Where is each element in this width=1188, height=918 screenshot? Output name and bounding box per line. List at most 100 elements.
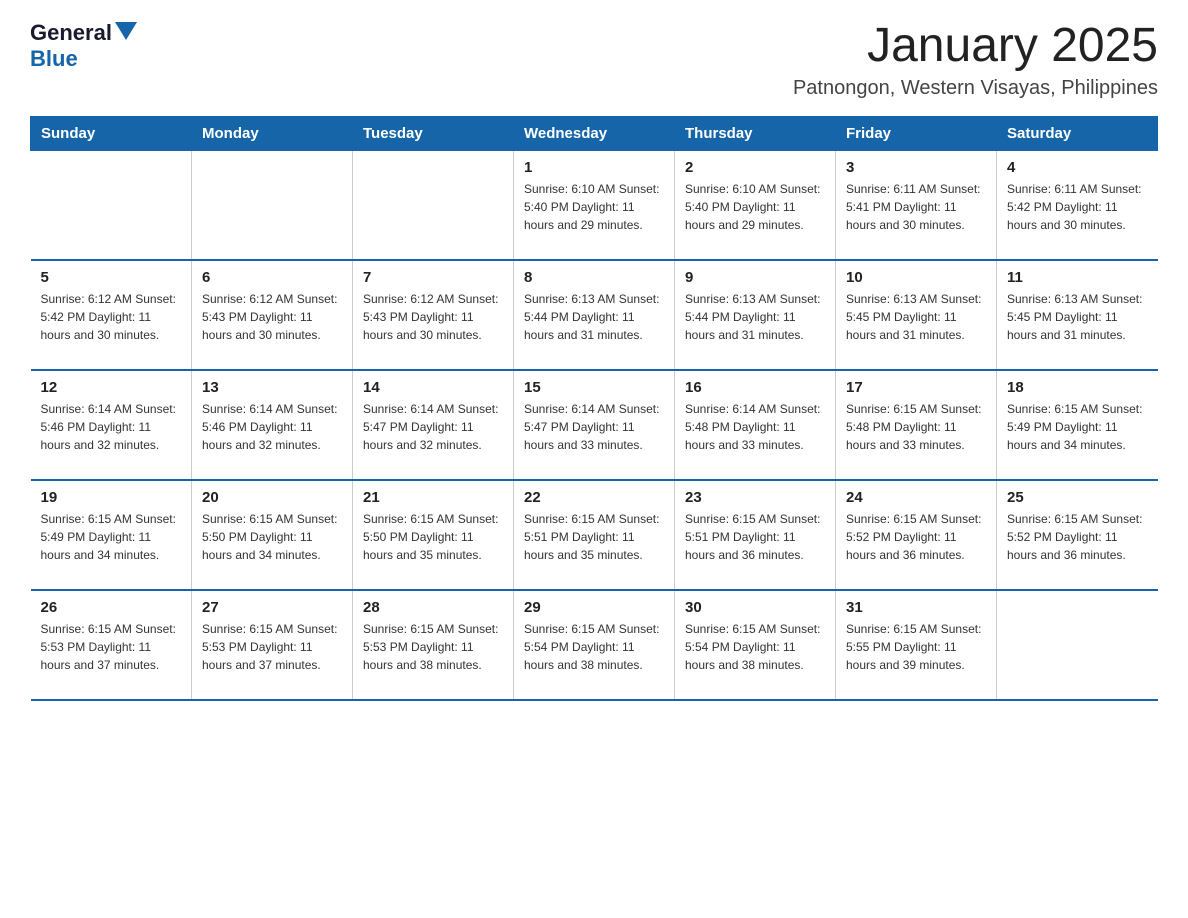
weekday-header-friday: Friday — [836, 116, 997, 150]
day-info: Sunrise: 6:15 AM Sunset: 5:55 PM Dayligh… — [846, 620, 986, 674]
day-info: Sunrise: 6:10 AM Sunset: 5:40 PM Dayligh… — [685, 180, 825, 234]
month-title: January 2025 — [793, 20, 1158, 73]
calendar-cell: 21 Sunrise: 6:15 AM Sunset: 5:50 PM Dayli… — [353, 480, 514, 590]
day-info: Sunrise: 6:15 AM Sunset: 5:50 PM Dayligh… — [363, 510, 503, 564]
title-block: January 2025 Patnongon, Western Visayas,… — [793, 20, 1158, 100]
day-info: Sunrise: 6:12 AM Sunset: 5:42 PM Dayligh… — [41, 290, 182, 344]
calendar-cell: 29Sunrise: 6:15 AM Sunset: 5:54 PM Dayli… — [514, 590, 675, 700]
day-info: Sunrise: 6:11 AM Sunset: 5:42 PM Dayligh… — [1007, 180, 1148, 234]
day-number: 12 — [41, 379, 182, 396]
day-number: 11 — [1007, 269, 1148, 286]
calendar-cell: 2 Sunrise: 6:10 AM Sunset: 5:40 PM Daylig… — [675, 150, 836, 260]
calendar-cell: 10Sunrise: 6:13 AM Sunset: 5:45 PM Dayli… — [836, 260, 997, 370]
day-number: 25 — [1007, 489, 1148, 506]
day-number: 21 — [363, 489, 503, 506]
calendar-cell: 9Sunrise: 6:13 AM Sunset: 5:44 PM Daylig… — [675, 260, 836, 370]
calendar-cell: 14 Sunrise: 6:14 AM Sunset: 5:47 PM Dayli… — [353, 370, 514, 480]
calendar-cell: 26Sunrise: 6:15 AM Sunset: 5:53 PM Dayli… — [31, 590, 192, 700]
weekday-header-saturday: Saturday — [997, 116, 1158, 150]
day-info: Sunrise: 6:15 AM Sunset: 5:53 PM Dayligh… — [41, 620, 182, 674]
day-info: Sunrise: 6:10 AM Sunset: 5:40 PM Dayligh… — [524, 180, 664, 234]
day-info: Sunrise: 6:15 AM Sunset: 5:49 PM Dayligh… — [41, 510, 182, 564]
day-number: 6 — [202, 269, 342, 286]
day-number: 30 — [685, 599, 825, 616]
day-number: 5 — [41, 269, 182, 286]
day-number: 17 — [846, 379, 986, 396]
calendar-cell: 11 Sunrise: 6:13 AM Sunset: 5:45 PM Dayli… — [997, 260, 1158, 370]
calendar-table: SundayMondayTuesdayWednesdayThursdayFrid… — [30, 116, 1158, 702]
calendar-cell: 18 Sunrise: 6:15 AM Sunset: 5:49 PM Dayli… — [997, 370, 1158, 480]
calendar-cell: 15Sunrise: 6:14 AM Sunset: 5:47 PM Dayli… — [514, 370, 675, 480]
calendar-cell: 23 Sunrise: 6:15 AM Sunset: 5:51 PM Dayli… — [675, 480, 836, 590]
day-number: 13 — [202, 379, 342, 396]
weekday-header-monday: Monday — [192, 116, 353, 150]
day-info: Sunrise: 6:12 AM Sunset: 5:43 PM Dayligh… — [202, 290, 342, 344]
calendar-cell: 17 Sunrise: 6:15 AM Sunset: 5:48 PM Dayli… — [836, 370, 997, 480]
page-header: General Blue January 2025 Patnongon, Wes… — [30, 20, 1158, 100]
day-number: 7 — [363, 269, 503, 286]
calendar-cell — [997, 590, 1158, 700]
calendar-cell: 22Sunrise: 6:15 AM Sunset: 5:51 PM Dayli… — [514, 480, 675, 590]
day-info: Sunrise: 6:14 AM Sunset: 5:46 PM Dayligh… — [41, 400, 182, 454]
day-info: Sunrise: 6:15 AM Sunset: 5:52 PM Dayligh… — [1007, 510, 1148, 564]
calendar-cell: 24Sunrise: 6:15 AM Sunset: 5:52 PM Dayli… — [836, 480, 997, 590]
calendar-cell — [192, 150, 353, 260]
day-number: 31 — [846, 599, 986, 616]
day-info: Sunrise: 6:15 AM Sunset: 5:51 PM Dayligh… — [685, 510, 825, 564]
day-number: 3 — [846, 159, 986, 176]
day-number: 16 — [685, 379, 825, 396]
day-number: 4 — [1007, 159, 1148, 176]
day-info: Sunrise: 6:13 AM Sunset: 5:44 PM Dayligh… — [685, 290, 825, 344]
calendar-cell: 6 Sunrise: 6:12 AM Sunset: 5:43 PM Daylig… — [192, 260, 353, 370]
day-number: 18 — [1007, 379, 1148, 396]
day-info: Sunrise: 6:14 AM Sunset: 5:47 PM Dayligh… — [363, 400, 503, 454]
day-info: Sunrise: 6:15 AM Sunset: 5:53 PM Dayligh… — [363, 620, 503, 674]
calendar-cell: 16 Sunrise: 6:14 AM Sunset: 5:48 PM Dayli… — [675, 370, 836, 480]
calendar-cell: 28Sunrise: 6:15 AM Sunset: 5:53 PM Dayli… — [353, 590, 514, 700]
calendar-week-row: 12 Sunrise: 6:14 AM Sunset: 5:46 PM Dayli… — [31, 370, 1158, 480]
day-info: Sunrise: 6:14 AM Sunset: 5:48 PM Dayligh… — [685, 400, 825, 454]
logo-blue-text: Blue — [30, 46, 78, 71]
day-number: 20 — [202, 489, 342, 506]
day-info: Sunrise: 6:15 AM Sunset: 5:50 PM Dayligh… — [202, 510, 342, 564]
logo-general-text: General — [30, 20, 112, 46]
day-number: 24 — [846, 489, 986, 506]
calendar-cell: 3 Sunrise: 6:11 AM Sunset: 5:41 PM Daylig… — [836, 150, 997, 260]
calendar-cell: 4 Sunrise: 6:11 AM Sunset: 5:42 PM Daylig… — [997, 150, 1158, 260]
day-number: 15 — [524, 379, 664, 396]
day-number: 8 — [524, 269, 664, 286]
calendar-week-row: 26Sunrise: 6:15 AM Sunset: 5:53 PM Dayli… — [31, 590, 1158, 700]
day-number: 2 — [685, 159, 825, 176]
day-number: 29 — [524, 599, 664, 616]
calendar-cell: 20 Sunrise: 6:15 AM Sunset: 5:50 PM Dayli… — [192, 480, 353, 590]
day-info: Sunrise: 6:13 AM Sunset: 5:45 PM Dayligh… — [1007, 290, 1148, 344]
calendar-cell: 12 Sunrise: 6:14 AM Sunset: 5:46 PM Dayli… — [31, 370, 192, 480]
calendar-cell: 5 Sunrise: 6:12 AM Sunset: 5:42 PM Daylig… — [31, 260, 192, 370]
day-info: Sunrise: 6:14 AM Sunset: 5:46 PM Dayligh… — [202, 400, 342, 454]
calendar-cell: 30 Sunrise: 6:15 AM Sunset: 5:54 PM Dayli… — [675, 590, 836, 700]
day-number: 14 — [363, 379, 503, 396]
calendar-cell — [31, 150, 192, 260]
day-info: Sunrise: 6:15 AM Sunset: 5:51 PM Dayligh… — [524, 510, 664, 564]
calendar-cell: 27Sunrise: 6:15 AM Sunset: 5:53 PM Dayli… — [192, 590, 353, 700]
calendar-cell: 7Sunrise: 6:12 AM Sunset: 5:43 PM Daylig… — [353, 260, 514, 370]
calendar-cell: 25 Sunrise: 6:15 AM Sunset: 5:52 PM Dayli… — [997, 480, 1158, 590]
logo-arrow-icon — [115, 22, 137, 45]
day-info: Sunrise: 6:15 AM Sunset: 5:54 PM Dayligh… — [685, 620, 825, 674]
logo: General Blue — [30, 20, 137, 72]
day-number: 19 — [41, 489, 182, 506]
day-info: Sunrise: 6:15 AM Sunset: 5:49 PM Dayligh… — [1007, 400, 1148, 454]
day-info: Sunrise: 6:15 AM Sunset: 5:53 PM Dayligh… — [202, 620, 342, 674]
weekday-header-row: SundayMondayTuesdayWednesdayThursdayFrid… — [31, 116, 1158, 150]
day-info: Sunrise: 6:11 AM Sunset: 5:41 PM Dayligh… — [846, 180, 986, 234]
calendar-week-row: 1 Sunrise: 6:10 AM Sunset: 5:40 PM Daylig… — [31, 150, 1158, 260]
day-number: 23 — [685, 489, 825, 506]
calendar-cell: 1 Sunrise: 6:10 AM Sunset: 5:40 PM Daylig… — [514, 150, 675, 260]
calendar-cell: 13 Sunrise: 6:14 AM Sunset: 5:46 PM Dayli… — [192, 370, 353, 480]
day-info: Sunrise: 6:15 AM Sunset: 5:48 PM Dayligh… — [846, 400, 986, 454]
day-number: 1 — [524, 159, 664, 176]
weekday-header-tuesday: Tuesday — [353, 116, 514, 150]
weekday-header-thursday: Thursday — [675, 116, 836, 150]
day-number: 10 — [846, 269, 986, 286]
calendar-cell: 8Sunrise: 6:13 AM Sunset: 5:44 PM Daylig… — [514, 260, 675, 370]
